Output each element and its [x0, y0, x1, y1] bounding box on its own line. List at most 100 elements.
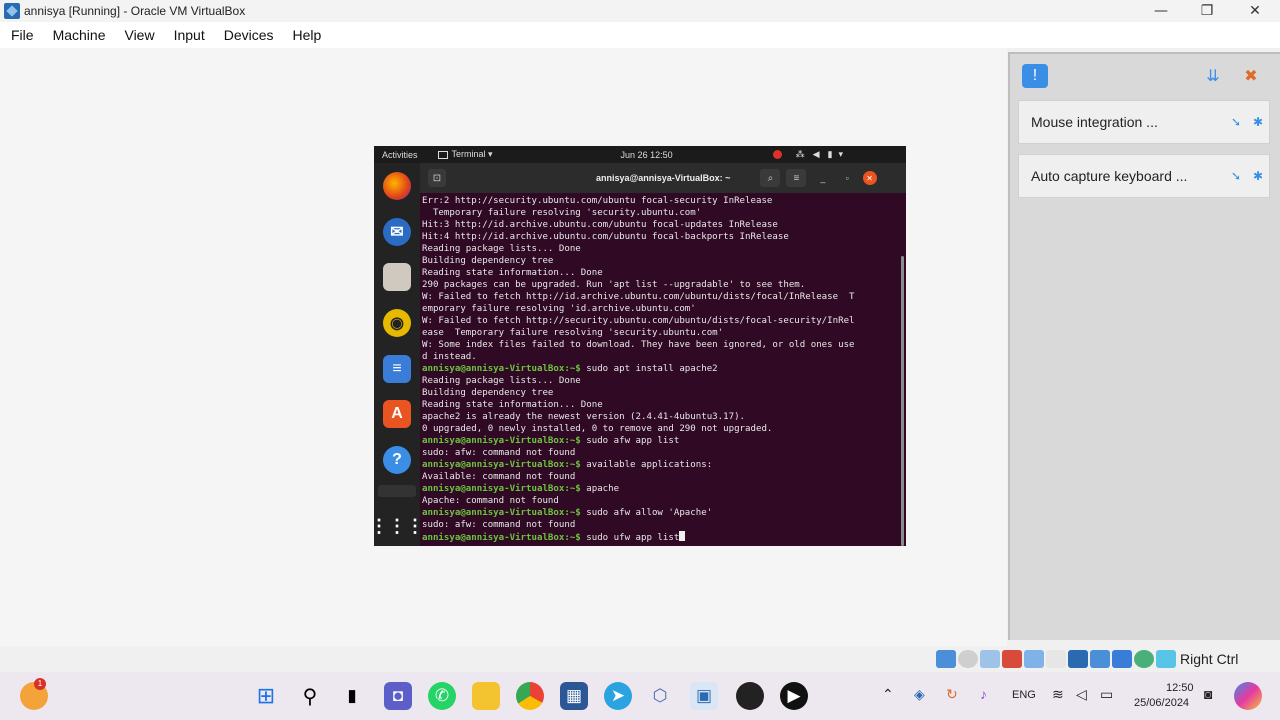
close-button[interactable]: ✕ [1232, 0, 1278, 22]
line-text: d instead. [422, 352, 477, 362]
rhythmbox-icon[interactable]: ◉ [383, 309, 411, 337]
software-center-icon[interactable]: A [383, 400, 411, 428]
network-icon[interactable]: ⁂ [796, 149, 805, 160]
battery-icon[interactable]: ▭ [1100, 686, 1113, 703]
menu-file[interactable]: File [11, 27, 34, 43]
terminal-line: W: Failed to fetch http://security.ubunt… [422, 315, 906, 327]
line-text: Building dependency tree [422, 256, 554, 266]
gnome-clock[interactable]: Jun 26 12:50 [621, 150, 673, 160]
display-icon[interactable] [1068, 650, 1088, 668]
shell-prompt: annisya@annisya-VirtualBox:~$ [422, 508, 581, 518]
activities-button[interactable]: Activities [382, 150, 418, 160]
speaker-muted-icon[interactable]: ◁ [1076, 686, 1087, 703]
hamburger-menu-icon[interactable]: ≡ [786, 169, 807, 187]
search-icon[interactable]: ⚲ [296, 682, 324, 710]
obs-icon[interactable] [736, 682, 764, 710]
menu-devices[interactable]: Devices [224, 27, 274, 43]
terminal-line: emporary failure resolving 'id.archive.u… [422, 303, 906, 315]
terminal-line: Temporary failure resolving 'security.ub… [422, 207, 906, 219]
warning-text: W: Some index files failed to download. … [422, 340, 855, 350]
pin-icon[interactable]: ➘ [1225, 115, 1247, 129]
terminal-dock-icon[interactable] [378, 485, 416, 497]
telegram-icon[interactable]: ➤ [604, 682, 632, 710]
copilot-icon[interactable] [1234, 682, 1262, 710]
terminal-output[interactable]: Err:2 http://security.ubuntu.com/ubuntu … [420, 193, 906, 546]
usb-icon[interactable] [1024, 650, 1044, 668]
terminal-line: d instead. [422, 351, 906, 363]
close-icon[interactable]: ✱ [1247, 115, 1269, 129]
start-icon[interactable]: ⊞ [252, 682, 280, 710]
language-indicator[interactable]: ENG [1012, 689, 1036, 701]
menu-help[interactable]: Help [293, 27, 322, 43]
microphone-icon[interactable]: ♪ [980, 686, 987, 702]
notification-auto-capture[interactable]: Auto capture keyboard ... ➘ ✱ [1018, 154, 1270, 198]
teams-icon[interactable]: ◘ [384, 682, 412, 710]
hard-disk-icon[interactable] [936, 650, 956, 668]
wifi-icon[interactable]: ≋ [1052, 686, 1064, 703]
optical-drive-icon[interactable] [958, 650, 978, 668]
sort-icon[interactable]: ⇊ [1200, 64, 1226, 88]
terminal-line: Available: command not found [422, 471, 906, 483]
shell-prompt: annisya@annisya-VirtualBox:~$ [422, 460, 581, 470]
recording-icon[interactable] [1090, 650, 1110, 668]
thunderbird-icon[interactable]: ✉ [383, 218, 411, 246]
system-menu-icon[interactable]: ▾ [838, 149, 843, 160]
mouse-integration-icon[interactable] [1134, 650, 1154, 668]
firefox-icon[interactable] [383, 172, 411, 200]
file-explorer-icon[interactable] [472, 682, 500, 710]
restore-button[interactable]: ❐ [1184, 0, 1230, 22]
shared-folders-icon[interactable] [1046, 650, 1066, 668]
record-icon [772, 150, 782, 159]
show-hidden-icons[interactable]: ⌃ [882, 686, 894, 703]
taskbar-date[interactable]: 25/06/2024 [1134, 697, 1189, 709]
keyboard-icon[interactable] [1156, 650, 1176, 668]
windows-taskbar: 1 ⊞ ⚲ ▮ ◘ ✆ ▦ ➤ ⬡ ▣ ▶ ⌃ ◈ ↻ ♪ ENG ≋ ◁ ▭ … [0, 672, 1280, 720]
show-applications-icon[interactable]: ⋮⋮⋮ [374, 512, 424, 540]
close-icon[interactable]: ✱ [1247, 169, 1269, 183]
notification-mouse-integration[interactable]: Mouse integration ... ➘ ✱ [1018, 100, 1270, 144]
terminal-close-icon[interactable]: ✕ [862, 171, 877, 185]
line-text: apache2 is already the newest version (2… [422, 412, 746, 422]
menu-view[interactable]: View [124, 27, 154, 43]
minimize-button[interactable]: — [1138, 0, 1184, 22]
network-adapter-icon[interactable] [1002, 650, 1022, 668]
new-tab-icon[interactable]: ⊡ [428, 169, 446, 187]
whatsapp-icon[interactable]: ✆ [428, 682, 456, 710]
virtualbox-3d-icon[interactable]: ⬡ [646, 682, 674, 710]
maximize-icon[interactable]: ▫ [845, 173, 848, 183]
terminal-line: 0 upgraded, 0 newly installed, 0 to remo… [422, 423, 906, 435]
minimize-icon[interactable]: _ [820, 173, 825, 183]
volume-icon[interactable]: ◀ [813, 149, 820, 160]
terminal-line: annisya@annisya-VirtualBox:~$ apache [422, 483, 906, 495]
bluetooth-icon[interactable]: ◈ [914, 686, 925, 703]
files-icon[interactable] [383, 263, 411, 291]
taskbar-time[interactable]: 12:50 [1166, 682, 1194, 694]
terminal-scrollbar[interactable] [901, 256, 904, 546]
cpu-icon[interactable] [1112, 650, 1132, 668]
search-icon[interactable]: ⌕ [760, 169, 781, 187]
pin-icon[interactable]: ➘ [1225, 169, 1247, 183]
notifications-bell-icon[interactable]: ◙ [1204, 686, 1212, 702]
terminal-cursor [679, 531, 686, 541]
dismiss-all-icon[interactable]: ✖ [1238, 64, 1264, 88]
media-player-icon[interactable]: ▶ [780, 682, 808, 710]
audio-icon[interactable] [980, 650, 1000, 668]
menu-machine[interactable]: Machine [53, 27, 106, 43]
sync-icon[interactable]: ↻ [946, 686, 958, 703]
help-icon[interactable]: ? [383, 446, 411, 474]
app-menu[interactable]: Terminal ▾ [452, 149, 493, 160]
line-text: Building dependency tree [422, 388, 554, 398]
virtualbox-vm-icon[interactable]: ▣ [690, 682, 718, 710]
task-view-icon[interactable]: ▮ [338, 682, 366, 710]
guest-screen[interactable]: Activities Terminal ▾ Jun 26 12:50 ⁂ ◀ ▮… [374, 146, 906, 546]
terminal-line: annisya@annisya-VirtualBox:~$ sudo afw a… [422, 435, 906, 447]
line-text: sudo afw app list [580, 436, 680, 446]
battery-icon[interactable]: ▮ [828, 149, 833, 160]
menu-input[interactable]: Input [174, 27, 205, 43]
terminal-line: annisya@annisya-VirtualBox:~$ available … [422, 459, 906, 471]
chrome-icon[interactable] [516, 682, 544, 710]
libreoffice-writer-icon[interactable]: ≡ [383, 355, 411, 383]
store-icon[interactable]: ▦ [560, 682, 588, 710]
line-text: Reading state information... Done [422, 268, 603, 278]
notification-center-icon[interactable]: ! [1022, 64, 1048, 88]
